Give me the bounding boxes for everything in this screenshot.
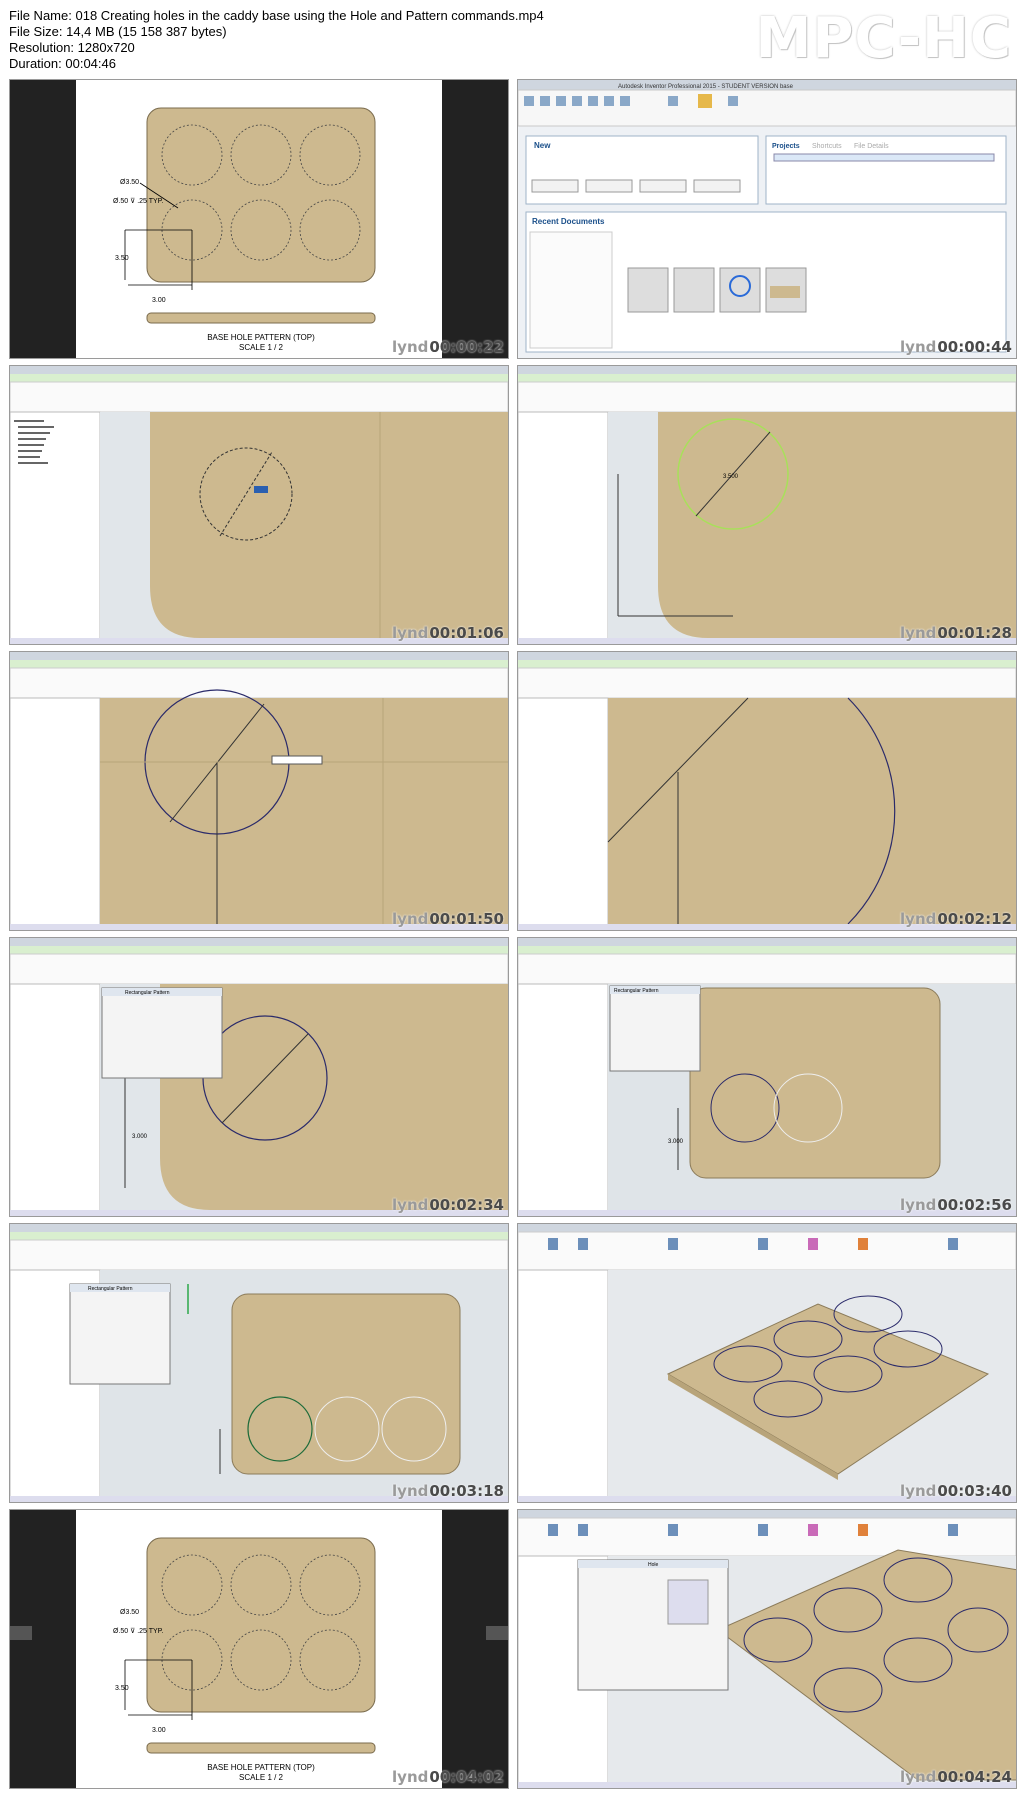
svg-text:Rectangular Pattern: Rectangular Pattern bbox=[614, 988, 659, 994]
duration: 00:04:46 bbox=[65, 56, 116, 71]
thumbnail-11[interactable]: Ø3.50 Ø.50 ⊽ .25 TYP. 3.50 3.00 BASE HOL… bbox=[9, 1509, 509, 1789]
thumbnail-7[interactable]: 3.000 Rectangular Pattern lynd00:02:34 bbox=[9, 937, 509, 1217]
dim-dia: Ø3.50 bbox=[120, 179, 139, 186]
timestamp: lynd00:03:40 bbox=[900, 1482, 1012, 1500]
thumbnail-12[interactable]: Hole lynd00:04:24 bbox=[517, 1509, 1017, 1789]
svg-text:Rectangular Pattern: Rectangular Pattern bbox=[125, 990, 170, 996]
timestamp: lynd00:01:06 bbox=[392, 624, 504, 642]
duration-line: Duration: 00:04:46 bbox=[9, 56, 116, 71]
thumbnail-5[interactable]: lynd00:01:50 bbox=[9, 651, 509, 931]
resolution: 1280x720 bbox=[77, 40, 135, 55]
svg-text:Ø.50 ⊽ .25 TYP.: Ø.50 ⊽ .25 TYP. bbox=[113, 1627, 163, 1635]
svg-text:New: New bbox=[534, 141, 551, 150]
drawing-scale: SCALE 1 / 2 bbox=[239, 343, 284, 352]
timestamp: lynd00:04:24 bbox=[900, 1768, 1012, 1786]
svg-text:3.50: 3.50 bbox=[115, 1685, 129, 1692]
svg-text:Hole: Hole bbox=[648, 1562, 659, 1568]
svg-text:SCALE 1 / 2: SCALE 1 / 2 bbox=[239, 1773, 284, 1782]
timestamp: lynd00:04:02 bbox=[392, 1768, 504, 1786]
file-name-line: File Name: 018 Creating holes in the cad… bbox=[9, 8, 544, 23]
svg-text:BASE HOLE PATTERN (TOP): BASE HOLE PATTERN (TOP) bbox=[207, 1763, 315, 1772]
inventor-home: Autodesk Inventor Professional 2015 - ST… bbox=[518, 80, 1016, 358]
svg-text:Rectangular Pattern: Rectangular Pattern bbox=[88, 1286, 133, 1292]
dim-hole: Ø.50 ⊽ .25 TYP. bbox=[113, 197, 163, 205]
svg-text:3.500: 3.500 bbox=[723, 474, 739, 480]
svg-text:File Details: File Details bbox=[854, 143, 889, 150]
svg-text:3.00: 3.00 bbox=[152, 1727, 166, 1734]
timestamp: lynd00:02:34 bbox=[392, 1196, 504, 1214]
resolution-line: Resolution: 1280x720 bbox=[9, 40, 135, 55]
svg-text:Shortcuts: Shortcuts bbox=[812, 143, 842, 150]
svg-text:3.000: 3.000 bbox=[668, 1139, 684, 1145]
timestamp: lynd00:00:44 bbox=[900, 338, 1012, 356]
mpc-hc-logo: MPC-HC bbox=[755, 6, 1012, 71]
timestamp: lynd00:03:18 bbox=[392, 1482, 504, 1500]
svg-text:Recent Documents: Recent Documents bbox=[532, 217, 605, 226]
thumbnail-9[interactable]: Rectangular Pattern lynd00:03:18 bbox=[9, 1223, 509, 1503]
dim-h: 3.00 bbox=[152, 297, 166, 304]
file-name: 018 Creating holes in the caddy base usi… bbox=[75, 8, 544, 23]
thumbnail-6[interactable]: lynd00:02:12 bbox=[517, 651, 1017, 931]
timestamp: lynd00:01:28 bbox=[900, 624, 1012, 642]
thumbnail-1[interactable]: Ø3.50 Ø.50 ⊽ .25 TYP. 3.50 3.00 BASE HOL… bbox=[9, 79, 509, 359]
thumbnail-2[interactable]: Autodesk Inventor Professional 2015 - ST… bbox=[517, 79, 1017, 359]
thumbnail-4[interactable]: 3.500 lynd00:01:28 bbox=[517, 365, 1017, 645]
file-info: File Name: 018 Creating holes in the cad… bbox=[9, 8, 544, 72]
thumbnail-8[interactable]: 3.000 Rectangular Pattern lynd00:02:56 bbox=[517, 937, 1017, 1217]
svg-text:3.000: 3.000 bbox=[132, 1134, 148, 1140]
drawing-sheet: Ø3.50 Ø.50 ⊽ .25 TYP. 3.50 3.00 BASE HOL… bbox=[10, 80, 508, 358]
drawing-title: BASE HOLE PATTERN (TOP) bbox=[207, 333, 315, 342]
svg-text:Projects: Projects bbox=[772, 143, 800, 150]
dim-v: 3.50 bbox=[115, 255, 129, 262]
timestamp: lynd00:01:50 bbox=[392, 910, 504, 928]
file-size: 14,4 MB (15 158 387 bytes) bbox=[66, 24, 227, 39]
svg-text:Ø3.50: Ø3.50 bbox=[120, 1609, 139, 1616]
timestamp: lynd00:00:22 bbox=[392, 338, 504, 356]
svg-text:Autodesk Inventor Professional: Autodesk Inventor Professional 2015 - ST… bbox=[618, 84, 794, 90]
thumbnail-10[interactable]: lynd00:03:40 bbox=[517, 1223, 1017, 1503]
file-size-line: File Size: 14,4 MB (15 158 387 bytes) bbox=[9, 24, 227, 39]
timestamp: lynd00:02:12 bbox=[900, 910, 1012, 928]
thumbnail-3[interactable]: lynd00:01:06 bbox=[9, 365, 509, 645]
timestamp: lynd00:02:56 bbox=[900, 1196, 1012, 1214]
